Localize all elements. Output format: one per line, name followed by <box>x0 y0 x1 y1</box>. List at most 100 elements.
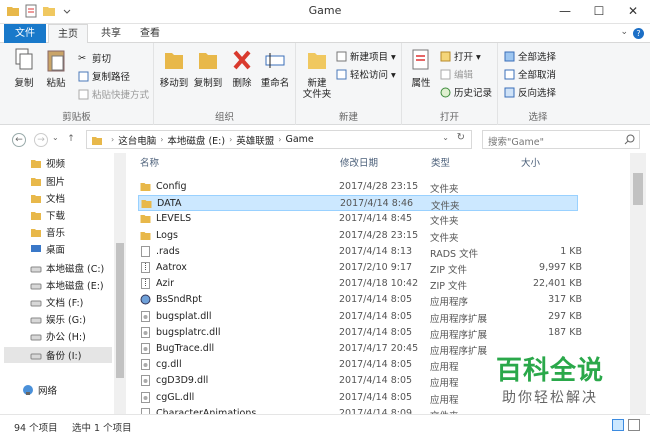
properties-button[interactable]: 属性 <box>406 47 436 89</box>
file-row[interactable]: Aatrox 2017/2/10 9:17 ZIP 文件 9,997 KB <box>138 260 582 276</box>
rename-button[interactable]: 重命名 <box>258 47 292 89</box>
sidebar-item[interactable]: 备份 (I:) <box>4 347 112 363</box>
properties-icon <box>412 49 429 70</box>
close-button[interactable]: ✕ <box>616 0 650 22</box>
sidebar-item[interactable]: 网络 <box>22 382 57 398</box>
sidebar-item[interactable]: 本地磁盘 (C:) <box>30 260 104 276</box>
address-row: ← → ⌄ ↑ › 这台电脑 › 本地磁盘 (E:) › 英雄联盟 › Game… <box>0 125 650 153</box>
sidebar-item[interactable]: 娱乐 (G:) <box>30 311 86 327</box>
address-bar[interactable]: › 这台电脑 › 本地磁盘 (E:) › 英雄联盟 › Game ⌄ ↻ <box>86 130 472 149</box>
file-type: 应用程 <box>430 378 459 390</box>
file-name: bugsplat.dll <box>156 310 212 322</box>
sidebar-item-label: 网络 <box>38 386 58 397</box>
file-row[interactable]: LEVELS 2017/4/14 8:45 文件夹 <box>138 211 578 227</box>
file-row[interactable]: bugsplat.dll 2017/4/14 8:05 应用程序扩展 297 KB <box>138 309 582 325</box>
refresh-icon[interactable]: ↻ <box>457 132 465 143</box>
large-icons-view-button[interactable] <box>628 419 640 431</box>
tab-home[interactable]: 主页 <box>48 24 88 44</box>
breadcrumb-this-pc[interactable]: 这台电脑 <box>118 133 156 147</box>
file-row[interactable]: Config 2017/4/28 23:15 文件夹 <box>138 179 578 195</box>
drive-icon <box>30 334 42 341</box>
sidebar-item[interactable]: 文档 <box>30 190 65 206</box>
paste-shortcut-button[interactable]: 粘贴快捷方式 <box>78 87 149 101</box>
shortcut-icon <box>78 89 89 99</box>
breadcrumb-drive-e[interactable]: 本地磁盘 (E:) <box>167 133 225 147</box>
copy-path-button[interactable]: 复制路径 <box>78 69 130 83</box>
sidebar-item[interactable]: 本地磁盘 (E:) <box>30 277 104 293</box>
drive-icon <box>30 353 42 360</box>
file-list-scrollbar-thumb[interactable] <box>633 173 643 205</box>
back-button[interactable]: ← <box>12 133 26 147</box>
tab-share[interactable]: 共享 <box>92 24 130 43</box>
details-view-button[interactable] <box>612 419 624 431</box>
file-row[interactable]: Azir 2017/4/18 10:42 ZIP 文件 22,401 KB <box>138 276 582 293</box>
file-name: cgGL.dll <box>156 391 195 403</box>
sidebar-item[interactable]: 桌面 <box>30 241 65 257</box>
sidebar-item[interactable]: 图片 <box>30 173 65 189</box>
tab-view[interactable]: 查看 <box>132 24 168 43</box>
file-row[interactable]: DATA 2017/4/14 8:46 文件夹 <box>138 195 578 212</box>
move-folder-icon <box>165 53 183 69</box>
easy-access-button[interactable]: 轻松访问 ▾ <box>336 67 396 81</box>
sidebar-item[interactable]: 视频 <box>30 155 65 171</box>
breadcrumb-game[interactable]: Game <box>285 134 313 145</box>
breadcrumb-lol[interactable]: 英雄联盟 <box>236 133 274 147</box>
file-row[interactable]: bugsplatrc.dll 2017/4/14 8:05 应用程序扩展 187 KB <box>138 325 582 341</box>
recent-locations-icon[interactable]: ⌄ <box>52 133 59 142</box>
file-type: 文件夹 <box>430 184 459 195</box>
new-folder-button[interactable]: 新建 文件夹 <box>300 47 334 100</box>
edit-button[interactable]: 编辑 <box>440 67 473 81</box>
sidebar-item[interactable]: 下载 <box>30 207 65 223</box>
sidebar-item[interactable]: 音乐 <box>30 224 65 240</box>
new-item-button[interactable]: 新建项目 ▾ <box>336 49 396 63</box>
open-button[interactable]: 打开 ▾ <box>440 49 481 63</box>
ribbon-collapse-icon[interactable]: ⌄ <box>620 27 628 37</box>
file-type: 文件夹 <box>430 232 459 244</box>
column-header-size[interactable]: 大小 <box>521 153 540 175</box>
search-icon <box>624 134 635 145</box>
minimize-button[interactable]: — <box>548 0 582 22</box>
file-row[interactable]: .rads 2017/4/14 8:13 RADS 文件 1 KB <box>138 244 582 260</box>
cut-button[interactable]: ✂ 剪切 <box>78 51 111 66</box>
column-header-date[interactable]: 修改日期 <box>340 153 378 175</box>
move-to-button[interactable]: 移动到 <box>158 47 190 89</box>
zip-file-icon <box>141 262 150 273</box>
tab-file[interactable]: 文件 <box>4 24 46 43</box>
help-icon[interactable]: ? <box>633 28 644 39</box>
organize-group: 移动到 复制到 删除 重命名 组织 <box>154 43 296 125</box>
drive-icon <box>30 317 42 324</box>
file-row[interactable]: Logs 2017/4/28 23:15 文件夹 <box>138 228 578 244</box>
scissors-icon: ✂ <box>78 52 86 64</box>
invert-selection-button[interactable]: 反向选择 <box>504 85 556 99</box>
search-input[interactable]: 搜索"Game" <box>482 130 640 149</box>
drive-icon <box>30 266 42 273</box>
select-none-button[interactable]: 全部取消 <box>504 67 556 81</box>
copy-path-icon <box>78 71 89 81</box>
file-type: ZIP 文件 <box>430 281 468 293</box>
file-size: 22,401 KB <box>532 278 582 290</box>
paste-button[interactable]: 粘贴 <box>42 47 70 89</box>
delete-button[interactable]: 删除 <box>228 47 256 89</box>
select-all-button[interactable]: 全部选择 <box>504 49 556 63</box>
file-type: 应用程 <box>430 362 459 374</box>
up-button[interactable]: ↑ <box>64 133 78 147</box>
column-header-name[interactable]: 名称 <box>140 153 159 175</box>
column-header-type[interactable]: 类型 <box>431 153 450 175</box>
history-button[interactable]: 历史记录 <box>440 85 492 99</box>
ribbon-tabs: 文件 主页 共享 查看 ⌄ ? <box>0 24 650 44</box>
dll-file-icon <box>141 359 150 371</box>
navigation-scrollbar-thumb[interactable] <box>116 243 124 378</box>
invert-selection-icon <box>504 87 515 97</box>
file-date: 2017/4/28 23:15 <box>339 229 419 241</box>
copy-button[interactable]: 复制 <box>10 47 38 89</box>
copy-to-button[interactable]: 复制到 <box>192 47 224 89</box>
sidebar-item[interactable]: 办公 (H:) <box>30 328 86 344</box>
forward-button[interactable]: → <box>34 133 48 147</box>
paste-icon <box>47 50 65 72</box>
file-row[interactable]: BsSndRpt 2017/4/14 8:05 应用程序 317 KB <box>138 292 582 308</box>
dll-file-icon <box>141 375 150 387</box>
sidebar-item[interactable]: 文档 (F:) <box>30 294 83 310</box>
music-icon <box>31 229 41 237</box>
maximize-button[interactable]: ☐ <box>582 0 616 22</box>
address-dropdown-icon[interactable]: ⌄ <box>442 133 449 142</box>
